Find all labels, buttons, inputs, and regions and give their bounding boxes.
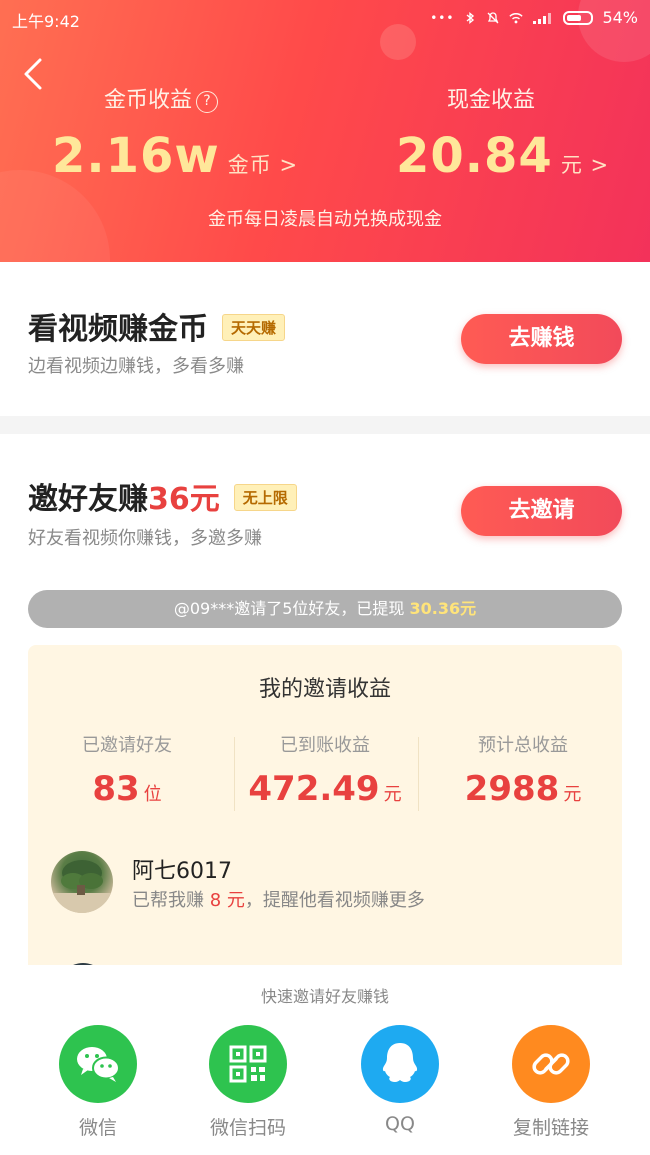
go-earn-button[interactable]: 去赚钱 — [461, 314, 622, 364]
share-label: 微信 — [78, 1117, 117, 1139]
video-task-card: 看视频赚金币 天天赚 边看视频边赚钱，多看多赚 去赚钱 — [0, 262, 650, 416]
cash-earnings-label: 现金收益 — [447, 88, 536, 113]
cash-unit: 元 > — [560, 153, 610, 177]
stat-unit: 元 — [563, 784, 582, 805]
invite-earnings-card: 我的邀请收益 已邀请好友 83 位 已到账收益 472.49 元 预计总收益 298… — [28, 645, 622, 975]
stat-value: 472.49 元 — [226, 769, 424, 809]
video-task-title-text: 看视频赚金币 — [28, 312, 208, 347]
friend-name: 阿七6017 — [132, 859, 232, 884]
stat-unit: 元 — [383, 784, 402, 805]
cash-earnings-value[interactable]: 20.84 元 > — [396, 128, 609, 184]
exchange-note: 金币每日凌晨自动兑换成现金 — [208, 209, 442, 230]
invite-title-text: 邀好友赚 — [28, 482, 148, 517]
go-invite-button[interactable]: 去邀请 — [461, 486, 622, 536]
stat-invited-friends: 已邀请好友 83 位 — [28, 731, 226, 809]
stat-label: 已邀请好友 — [82, 735, 172, 756]
copy-link-button[interactable]: 复制链接 — [491, 1025, 611, 1140]
battery-level: 54% — [602, 8, 638, 27]
friend-desc: 已帮我赚 8 元，提醒他看视频赚更多 — [132, 886, 425, 912]
friend-avatar[interactable] — [51, 851, 113, 913]
stat-unit: 位 — [143, 784, 162, 805]
stat-label: 已到账收益 — [280, 735, 370, 756]
share-wechat-button[interactable]: 微信 — [38, 1025, 158, 1140]
friend-desc-suffix: ，提醒他看视频赚更多 — [244, 890, 425, 911]
stat-label: 预计总收益 — [478, 735, 568, 756]
coin-label-text: 金币收益 — [104, 88, 193, 113]
share-label: 微信扫码 — [209, 1117, 286, 1139]
signal-icon — [533, 12, 552, 24]
section-divider — [0, 416, 650, 434]
qq-icon — [361, 1025, 439, 1103]
wifi-icon — [509, 12, 524, 23]
stat-value: 83 位 — [28, 769, 226, 809]
video-task-title: 看视频赚金币 天天赚 — [28, 304, 286, 348]
help-icon[interactable]: ? — [196, 91, 219, 113]
share-qq-button[interactable]: QQ — [340, 1025, 460, 1135]
wechat-icon — [59, 1025, 137, 1103]
daily-earn-badge: 天天赚 — [222, 314, 286, 341]
ticker-text: @09***邀请了5位好友，已提现 — [173, 599, 410, 618]
invite-ticker: @09***邀请了5位好友，已提现 30.36元 — [28, 590, 622, 628]
qrcode-glyph — [229, 1045, 267, 1083]
stat-value: 2988 元 — [424, 769, 622, 809]
stat-received-earnings: 已到账收益 472.49 元 — [226, 731, 424, 809]
stat-number: 2988 — [464, 769, 560, 809]
qrcode-icon — [209, 1025, 287, 1103]
share-sheet: 快速邀请好友赚钱 微信 微信扫码 QQ 复制链接 — [0, 965, 650, 1155]
coin-earnings-label: 金币收益? — [104, 82, 219, 114]
invite-reward-amount: 36元 — [148, 482, 220, 517]
earnings-header: 上午9:42 ••• 54% 金币收益? 现金收益 2.16w 金币 > 20.8… — [0, 0, 650, 262]
wechat-glyph — [77, 1047, 120, 1082]
cash-amount: 20.84 — [396, 128, 553, 184]
share-label: 复制链接 — [512, 1117, 589, 1139]
share-label: QQ — [385, 1113, 415, 1135]
status-bar: 上午9:42 ••• 54% — [0, 0, 650, 36]
mute-bell-icon — [487, 11, 499, 23]
coin-unit: 金币 > — [227, 153, 299, 177]
video-task-subtitle: 边看视频边赚钱，多看多赚 — [28, 356, 244, 377]
bluetooth-icon — [466, 11, 475, 24]
earnings-title: 我的邀请收益 — [258, 677, 391, 702]
share-wechat-qr-button[interactable]: 微信扫码 — [188, 1025, 308, 1140]
no-limit-badge: 无上限 — [233, 484, 297, 511]
link-glyph — [532, 1053, 570, 1075]
status-time: 上午9:42 — [12, 12, 80, 31]
more-dots-icon: ••• — [430, 10, 455, 25]
coin-earnings-value[interactable]: 2.16w 金币 > — [52, 128, 298, 184]
status-icons: ••• 54% — [430, 8, 638, 27]
avatar-image — [51, 860, 113, 913]
battery-icon — [563, 10, 594, 25]
qq-glyph — [382, 1043, 418, 1082]
back-arrow-icon[interactable] — [20, 56, 48, 92]
ticker-amount: 30.36元 — [409, 599, 477, 618]
stat-expected-total: 预计总收益 2988 元 — [424, 731, 622, 809]
link-icon — [512, 1025, 590, 1103]
stat-divider — [418, 737, 419, 811]
stat-number: 83 — [92, 769, 140, 809]
coin-amount: 2.16w — [52, 128, 220, 184]
friend-desc-prefix: 已帮我赚 — [132, 890, 210, 911]
invite-task-title: 邀好友赚36元 无上限 — [28, 474, 297, 518]
invite-task-subtitle: 好友看视频你赚钱，多邀多赚 — [28, 528, 262, 549]
share-sheet-title: 快速邀请好友赚钱 — [260, 987, 389, 1006]
friend-earned-amount: 8 元 — [209, 890, 245, 911]
stat-number: 472.49 — [248, 769, 380, 809]
